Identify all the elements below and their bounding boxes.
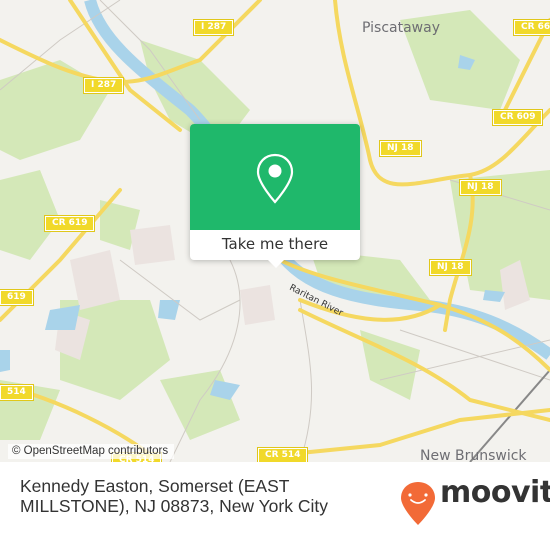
map-attribution[interactable]: © OpenStreetMap contributors <box>8 444 175 459</box>
moovit-logo-text: moovit <box>440 475 550 510</box>
take-me-there-button[interactable]: Take me there <box>190 230 360 260</box>
map-pin-icon <box>256 153 294 204</box>
road-shield: CR 514 <box>256 447 309 462</box>
road-shield: NJ 18 <box>459 179 502 196</box>
road-shield: I 287 <box>192 19 235 36</box>
popup-header <box>190 124 360 230</box>
popup-pointer <box>268 260 284 268</box>
road-shield: 619 <box>0 289 34 306</box>
road-shield: I 287 <box>82 77 125 94</box>
place-label-new-brunswick: New Brunswick <box>420 448 527 462</box>
moovit-logo-icon <box>401 482 435 525</box>
road-shield: CR 619 <box>43 215 96 232</box>
road-shield: 514 <box>0 384 34 401</box>
place-label-piscataway: Piscataway <box>362 20 440 36</box>
map[interactable]: Piscataway New Brunswick Raritan River I… <box>0 0 550 462</box>
road-shield: CR 609 <box>491 109 544 126</box>
road-shield: CR 66 <box>512 19 550 36</box>
address-text: Kennedy Easton, Somerset (EAST MILLSTONE… <box>20 476 328 516</box>
footer: Kennedy Easton, Somerset (EAST MILLSTONE… <box>0 462 550 550</box>
road-shield: NJ 18 <box>429 259 472 276</box>
location-popup: Take me there <box>190 124 360 268</box>
road-shield: NJ 18 <box>379 140 422 157</box>
